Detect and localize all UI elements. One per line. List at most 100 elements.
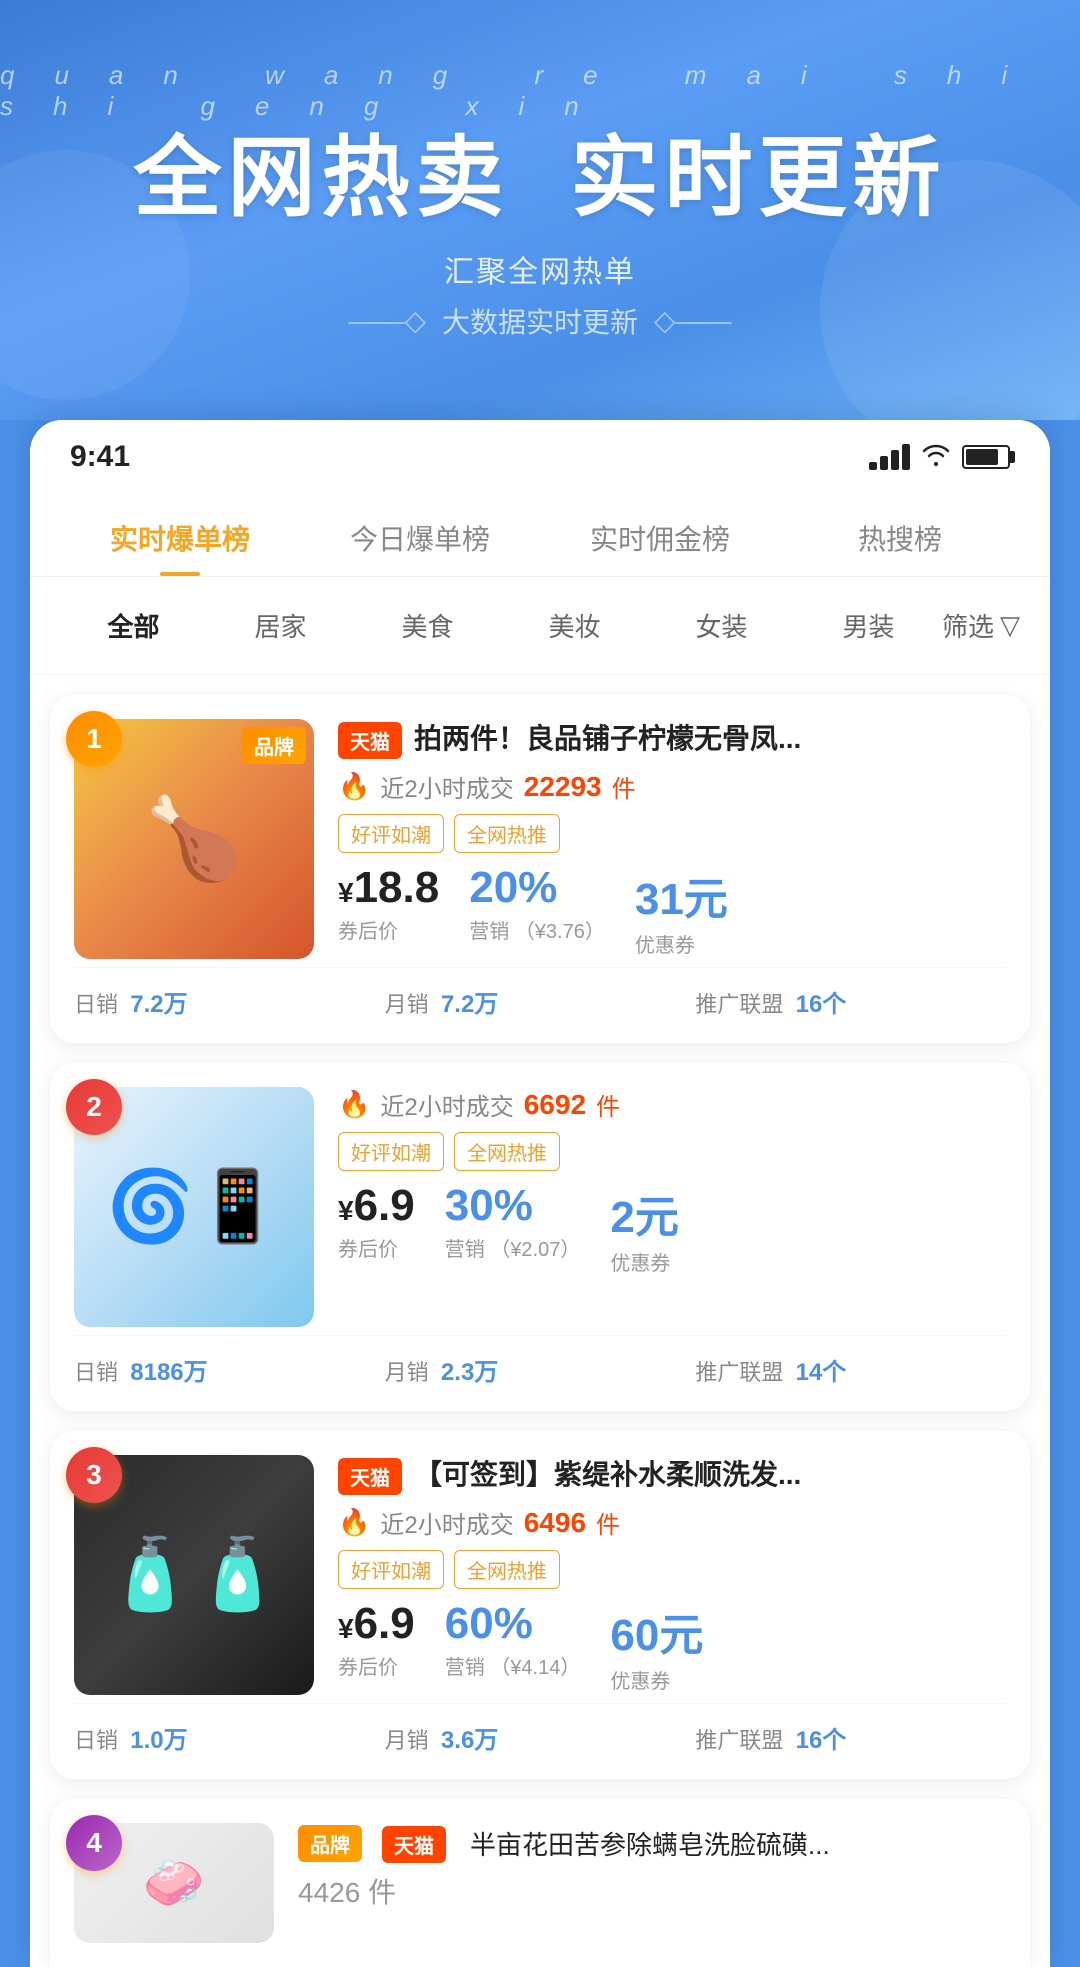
tab-today[interactable]: 今日爆单榜 [300,504,540,576]
sales-unit-1: 件 [612,769,636,804]
category-home[interactable]: 居家 [207,597,354,654]
product-card-2[interactable]: 2 🌀📱 🔥 近2小时成交 6692 件 好评如潮 全网热推 [50,1063,1030,1411]
tab-realtime[interactable]: 实时爆单榜 [60,504,300,576]
status-time: 9:41 [70,440,130,474]
partial-platform-row-4: 品牌 天猫 半亩花田苦参除螨皂洗脸硫磺... [298,1823,1006,1863]
coupon-block-2: 2元 优惠券 [610,1181,678,1276]
tag-hot-recommend-1: 全网热推 [454,814,560,853]
product-image-wrap-1: 1 🍗 品牌 [74,719,314,959]
product-card-3[interactable]: 3 🧴🧴 天猫 【可签到】紫缇补水柔顺洗发... 🔥 近2小时成交 6496 件 [50,1431,1030,1779]
fire-icon-2: 🔥 [338,1089,370,1120]
commission-label-3: 营销 （¥4.14） [445,1651,581,1680]
status-icons [869,442,1010,473]
product-name-1: 拍两件！良品铺子柠檬无骨凤... [414,719,801,758]
main-card: 9:41 实时爆单榜 今日爆单 [30,420,1050,1967]
price-label-1: 券后价 [338,915,398,944]
rank-badge-1: 1 [66,711,122,767]
product-image-wrap-3: 3 🧴🧴 [74,1455,314,1695]
product-card-1[interactable]: 1 🍗 品牌 天猫 拍两件！良品铺子柠檬无骨凤... 🔥 近2小时成交 2229… [50,695,1030,1043]
sales-count-1: 22293 [524,771,602,803]
category-beauty[interactable]: 美妆 [501,597,648,654]
main-tabs: 实时爆单榜 今日爆单榜 实时佣金榜 热搜榜 [30,484,1050,577]
wifi-icon [922,442,950,473]
tab-search[interactable]: 热搜榜 [780,504,1020,576]
product-card-4-partial[interactable]: 4 🧼 品牌 天猫 半亩花田苦参除螨皂洗脸硫磺... 4426 件 [50,1799,1030,1967]
commission-label-2: 营销 （¥2.07） [445,1233,581,1262]
partial-image-wrap-4: 4 🧼 [74,1823,274,1943]
price-row-1: ¥18.8 券后价 20% 营销 （¥3.76） [338,863,1006,958]
price-value-3: ¥6.9 [338,1599,415,1649]
fire-icon-3: 🔥 [338,1507,370,1538]
sales-unit-2: 件 [596,1087,620,1122]
partial-platform-badge-4: 天猫 [382,1826,446,1863]
product-main-3: 3 🧴🧴 天猫 【可签到】紫缇补水柔顺洗发... 🔥 近2小时成交 6496 件 [74,1455,1006,1695]
daily-sales-3: 日销 1.0万 [74,1720,385,1755]
brand-tag-1: 品牌 [242,727,306,764]
price-block-2: ¥6.9 券后价 [338,1181,415,1262]
fire-icon-1: 🔥 [338,771,370,802]
daily-sales-1: 日销 7.2万 [74,984,385,1019]
sales-info-2: 🔥 近2小时成交 6692 件 [338,1087,1006,1122]
alliance-3: 推广联盟 16个 [695,1720,1006,1755]
stats-row-1: 日销 7.2万 月销 7.2万 推广联盟 16个 [74,967,1006,1019]
commission-label-1: 营销 （¥3.76） [469,915,605,944]
price-row-2: ¥6.9 券后价 30% 营销 （¥2.07） [338,1181,1006,1276]
hero-section: quan wang re mai shi shi geng xin 全网热卖 实… [0,0,1080,420]
rank-badge-2: 2 [66,1079,122,1135]
tags-row-2: 好评如潮 全网热推 [338,1132,1006,1171]
alliance-2: 推广联盟 14个 [695,1352,1006,1387]
tag-good-review-2: 好评如潮 [338,1132,444,1171]
product-main-2: 2 🌀📱 🔥 近2小时成交 6692 件 好评如潮 全网热推 [74,1087,1006,1327]
coupon-value-2: 2元 [610,1181,678,1245]
price-value-1: ¥18.8 [338,863,439,913]
product-info-3: 天猫 【可签到】紫缇补水柔顺洗发... 🔥 近2小时成交 6496 件 好评如潮… [338,1455,1006,1695]
category-food[interactable]: 美食 [354,597,501,654]
tab-commission[interactable]: 实时佣金榜 [540,504,780,576]
sales-label-2: 近2小时成交 [380,1087,513,1122]
status-bar: 9:41 [30,420,1050,484]
battery-icon [962,445,1010,469]
coupon-block-1: 31元 优惠券 [635,863,728,958]
category-all[interactable]: 全部 [60,597,207,654]
category-men[interactable]: 男装 [795,597,942,654]
price-value-2: ¥6.9 [338,1181,415,1231]
tags-row-3: 好评如潮 全网热推 [338,1550,1006,1589]
sales-unit-3: 件 [596,1505,620,1540]
tag-good-review-1: 好评如潮 [338,814,444,853]
partial-brand-tag-4: 品牌 [298,1825,362,1862]
price-label-3: 券后价 [338,1651,398,1680]
coupon-label-3: 优惠券 [610,1665,670,1694]
commission-block-1: 20% 营销 （¥3.76） [469,863,605,944]
sales-info-3: 🔥 近2小时成交 6496 件 [338,1505,1006,1540]
filter-icon: ▽ [1000,610,1020,641]
hero-divider: 大数据实时更新 [348,301,731,341]
filter-button[interactable]: 筛选 ▽ [942,607,1020,644]
stats-row-3: 日销 1.0万 月销 3.6万 推广联盟 16个 [74,1703,1006,1755]
rank-badge-3: 3 [66,1447,122,1503]
commission-value-2: 30% [445,1181,533,1231]
price-row-3: ¥6.9 券后价 60% 营销 （¥4.14） [338,1599,1006,1694]
product-image-wrap-2: 2 🌀📱 [74,1087,314,1327]
hero-pinyin: quan wang re mai shi shi geng xin [0,60,1080,122]
product-main-1: 1 🍗 品牌 天猫 拍两件！良品铺子柠檬无骨凤... 🔥 近2小时成交 2229… [74,719,1006,959]
alliance-1: 推广联盟 16个 [695,984,1006,1019]
tag-good-review-3: 好评如潮 [338,1550,444,1589]
commission-block-2: 30% 营销 （¥2.07） [445,1181,581,1262]
hero-title: 全网热卖 实时更新 [134,130,947,227]
partial-sales-4: 4426 件 [298,1871,1006,1911]
hero-subtitle: 汇聚全网热单 [444,247,636,291]
sales-info-1: 🔥 近2小时成交 22293 件 [338,769,1006,804]
tag-hot-recommend-3: 全网热推 [454,1550,560,1589]
category-women[interactable]: 女装 [648,597,795,654]
partial-info-4: 品牌 天猫 半亩花田苦参除螨皂洗脸硫磺... 4426 件 [298,1823,1006,1943]
coupon-label-1: 优惠券 [635,929,695,958]
price-label-2: 券后价 [338,1233,398,1262]
platform-badge-3: 天猫 [338,1458,402,1495]
rank-badge-4: 4 [66,1815,122,1871]
monthly-sales-3: 月销 3.6万 [385,1720,696,1755]
commission-value-1: 20% [469,863,557,913]
platform-title-1: 天猫 拍两件！良品铺子柠檬无骨凤... [338,719,1006,759]
platform-title-3: 天猫 【可签到】紫缇补水柔顺洗发... [338,1455,1006,1495]
sales-count-2: 6692 [524,1089,586,1121]
daily-sales-2: 日销 8186万 [74,1352,385,1387]
